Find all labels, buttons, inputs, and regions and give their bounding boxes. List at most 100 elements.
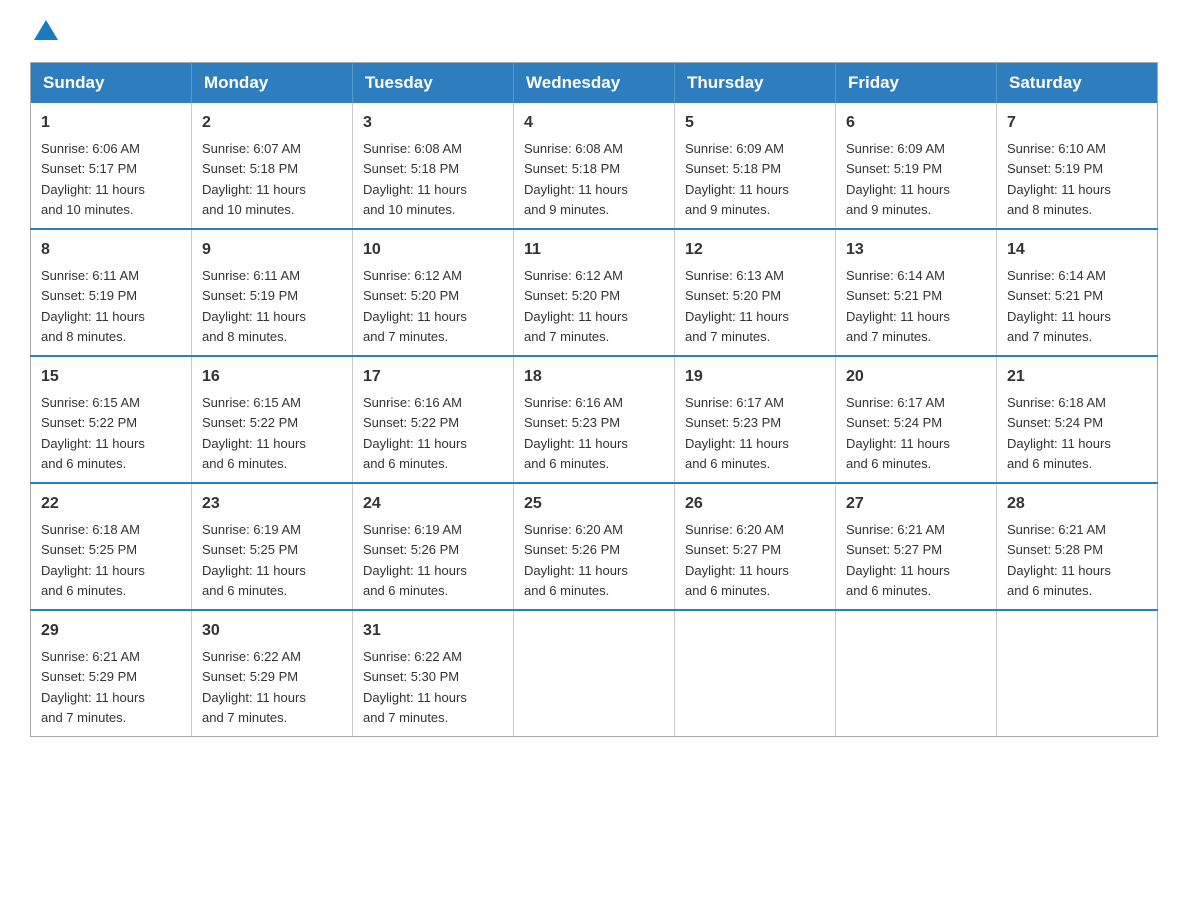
calendar-cell: 5 Sunrise: 6:09 AMSunset: 5:18 PMDayligh… (675, 103, 836, 229)
calendar-cell: 19 Sunrise: 6:17 AMSunset: 5:23 PMDaylig… (675, 356, 836, 483)
day-number: 1 (41, 111, 181, 135)
calendar-week-row: 22 Sunrise: 6:18 AMSunset: 5:25 PMDaylig… (31, 483, 1158, 610)
day-number: 27 (846, 492, 986, 516)
calendar-cell: 27 Sunrise: 6:21 AMSunset: 5:27 PMDaylig… (836, 483, 997, 610)
day-number: 16 (202, 365, 342, 389)
day-number: 11 (524, 238, 664, 262)
header-monday: Monday (192, 63, 353, 104)
day-info: Sunrise: 6:21 AMSunset: 5:28 PMDaylight:… (1007, 522, 1111, 598)
day-info: Sunrise: 6:14 AMSunset: 5:21 PMDaylight:… (1007, 268, 1111, 344)
calendar-week-row: 8 Sunrise: 6:11 AMSunset: 5:19 PMDayligh… (31, 229, 1158, 356)
header-wednesday: Wednesday (514, 63, 675, 104)
calendar-cell: 1 Sunrise: 6:06 AMSunset: 5:17 PMDayligh… (31, 103, 192, 229)
calendar-cell: 25 Sunrise: 6:20 AMSunset: 5:26 PMDaylig… (514, 483, 675, 610)
day-info: Sunrise: 6:06 AMSunset: 5:17 PMDaylight:… (41, 141, 145, 217)
day-number: 5 (685, 111, 825, 135)
calendar-cell: 18 Sunrise: 6:16 AMSunset: 5:23 PMDaylig… (514, 356, 675, 483)
day-info: Sunrise: 6:22 AMSunset: 5:30 PMDaylight:… (363, 649, 467, 725)
day-number: 13 (846, 238, 986, 262)
day-info: Sunrise: 6:11 AMSunset: 5:19 PMDaylight:… (202, 268, 306, 344)
day-number: 29 (41, 619, 181, 643)
calendar-table: SundayMondayTuesdayWednesdayThursdayFrid… (30, 62, 1158, 737)
calendar-cell: 13 Sunrise: 6:14 AMSunset: 5:21 PMDaylig… (836, 229, 997, 356)
header-tuesday: Tuesday (353, 63, 514, 104)
calendar-cell (514, 610, 675, 737)
calendar-cell: 20 Sunrise: 6:17 AMSunset: 5:24 PMDaylig… (836, 356, 997, 483)
day-number: 9 (202, 238, 342, 262)
day-number: 15 (41, 365, 181, 389)
day-number: 4 (524, 111, 664, 135)
calendar-cell: 2 Sunrise: 6:07 AMSunset: 5:18 PMDayligh… (192, 103, 353, 229)
day-info: Sunrise: 6:16 AMSunset: 5:23 PMDaylight:… (524, 395, 628, 471)
calendar-cell: 31 Sunrise: 6:22 AMSunset: 5:30 PMDaylig… (353, 610, 514, 737)
day-info: Sunrise: 6:22 AMSunset: 5:29 PMDaylight:… (202, 649, 306, 725)
logo-triangle-icon (34, 20, 58, 40)
calendar-cell (997, 610, 1158, 737)
day-number: 14 (1007, 238, 1147, 262)
calendar-cell: 30 Sunrise: 6:22 AMSunset: 5:29 PMDaylig… (192, 610, 353, 737)
calendar-week-row: 29 Sunrise: 6:21 AMSunset: 5:29 PMDaylig… (31, 610, 1158, 737)
calendar-cell: 12 Sunrise: 6:13 AMSunset: 5:20 PMDaylig… (675, 229, 836, 356)
day-info: Sunrise: 6:08 AMSunset: 5:18 PMDaylight:… (363, 141, 467, 217)
day-number: 10 (363, 238, 503, 262)
day-number: 22 (41, 492, 181, 516)
day-number: 12 (685, 238, 825, 262)
day-number: 23 (202, 492, 342, 516)
day-info: Sunrise: 6:15 AMSunset: 5:22 PMDaylight:… (202, 395, 306, 471)
day-info: Sunrise: 6:10 AMSunset: 5:19 PMDaylight:… (1007, 141, 1111, 217)
calendar-header-row: SundayMondayTuesdayWednesdayThursdayFrid… (31, 63, 1158, 104)
day-number: 6 (846, 111, 986, 135)
calendar-cell: 3 Sunrise: 6:08 AMSunset: 5:18 PMDayligh… (353, 103, 514, 229)
day-info: Sunrise: 6:07 AMSunset: 5:18 PMDaylight:… (202, 141, 306, 217)
logo-blue-text (30, 20, 58, 42)
day-info: Sunrise: 6:19 AMSunset: 5:26 PMDaylight:… (363, 522, 467, 598)
day-info: Sunrise: 6:11 AMSunset: 5:19 PMDaylight:… (41, 268, 145, 344)
calendar-cell (675, 610, 836, 737)
calendar-cell: 9 Sunrise: 6:11 AMSunset: 5:19 PMDayligh… (192, 229, 353, 356)
day-info: Sunrise: 6:18 AMSunset: 5:24 PMDaylight:… (1007, 395, 1111, 471)
day-info: Sunrise: 6:18 AMSunset: 5:25 PMDaylight:… (41, 522, 145, 598)
day-info: Sunrise: 6:17 AMSunset: 5:23 PMDaylight:… (685, 395, 789, 471)
calendar-cell: 23 Sunrise: 6:19 AMSunset: 5:25 PMDaylig… (192, 483, 353, 610)
day-number: 20 (846, 365, 986, 389)
calendar-cell: 16 Sunrise: 6:15 AMSunset: 5:22 PMDaylig… (192, 356, 353, 483)
day-info: Sunrise: 6:09 AMSunset: 5:19 PMDaylight:… (846, 141, 950, 217)
header-sunday: Sunday (31, 63, 192, 104)
day-number: 30 (202, 619, 342, 643)
calendar-cell: 10 Sunrise: 6:12 AMSunset: 5:20 PMDaylig… (353, 229, 514, 356)
calendar-cell: 26 Sunrise: 6:20 AMSunset: 5:27 PMDaylig… (675, 483, 836, 610)
calendar-cell: 8 Sunrise: 6:11 AMSunset: 5:19 PMDayligh… (31, 229, 192, 356)
calendar-week-row: 15 Sunrise: 6:15 AMSunset: 5:22 PMDaylig… (31, 356, 1158, 483)
day-number: 26 (685, 492, 825, 516)
calendar-cell: 24 Sunrise: 6:19 AMSunset: 5:26 PMDaylig… (353, 483, 514, 610)
header-saturday: Saturday (997, 63, 1158, 104)
calendar-cell: 6 Sunrise: 6:09 AMSunset: 5:19 PMDayligh… (836, 103, 997, 229)
day-info: Sunrise: 6:21 AMSunset: 5:27 PMDaylight:… (846, 522, 950, 598)
logo (30, 20, 58, 42)
day-number: 17 (363, 365, 503, 389)
day-info: Sunrise: 6:16 AMSunset: 5:22 PMDaylight:… (363, 395, 467, 471)
calendar-cell: 11 Sunrise: 6:12 AMSunset: 5:20 PMDaylig… (514, 229, 675, 356)
day-info: Sunrise: 6:13 AMSunset: 5:20 PMDaylight:… (685, 268, 789, 344)
day-info: Sunrise: 6:21 AMSunset: 5:29 PMDaylight:… (41, 649, 145, 725)
day-number: 24 (363, 492, 503, 516)
day-info: Sunrise: 6:17 AMSunset: 5:24 PMDaylight:… (846, 395, 950, 471)
calendar-cell: 4 Sunrise: 6:08 AMSunset: 5:18 PMDayligh… (514, 103, 675, 229)
day-number: 8 (41, 238, 181, 262)
day-number: 21 (1007, 365, 1147, 389)
calendar-cell: 7 Sunrise: 6:10 AMSunset: 5:19 PMDayligh… (997, 103, 1158, 229)
calendar-cell: 15 Sunrise: 6:15 AMSunset: 5:22 PMDaylig… (31, 356, 192, 483)
day-number: 2 (202, 111, 342, 135)
calendar-cell: 17 Sunrise: 6:16 AMSunset: 5:22 PMDaylig… (353, 356, 514, 483)
day-info: Sunrise: 6:19 AMSunset: 5:25 PMDaylight:… (202, 522, 306, 598)
day-info: Sunrise: 6:09 AMSunset: 5:18 PMDaylight:… (685, 141, 789, 217)
calendar-cell: 28 Sunrise: 6:21 AMSunset: 5:28 PMDaylig… (997, 483, 1158, 610)
calendar-cell (836, 610, 997, 737)
day-info: Sunrise: 6:12 AMSunset: 5:20 PMDaylight:… (524, 268, 628, 344)
day-number: 7 (1007, 111, 1147, 135)
calendar-cell: 29 Sunrise: 6:21 AMSunset: 5:29 PMDaylig… (31, 610, 192, 737)
day-info: Sunrise: 6:20 AMSunset: 5:27 PMDaylight:… (685, 522, 789, 598)
calendar-week-row: 1 Sunrise: 6:06 AMSunset: 5:17 PMDayligh… (31, 103, 1158, 229)
day-info: Sunrise: 6:15 AMSunset: 5:22 PMDaylight:… (41, 395, 145, 471)
calendar-cell: 21 Sunrise: 6:18 AMSunset: 5:24 PMDaylig… (997, 356, 1158, 483)
